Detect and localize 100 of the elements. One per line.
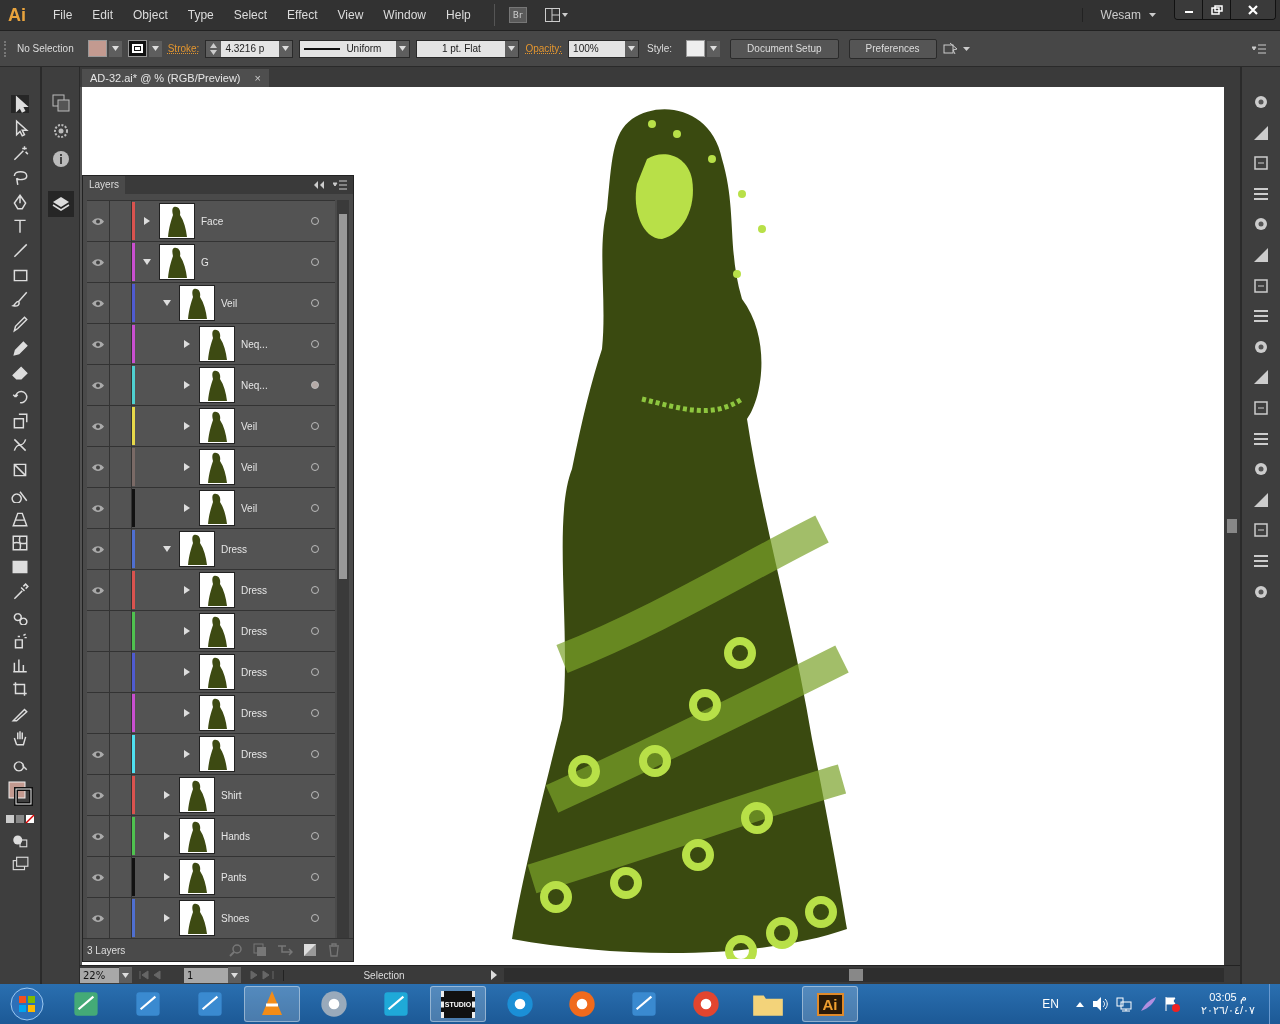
- blob-brush-icon[interactable]: [11, 338, 29, 357]
- bridge-button[interactable]: Br: [508, 7, 527, 23]
- vertical-scrollbar[interactable]: [1224, 87, 1240, 965]
- layer-name[interactable]: G: [195, 256, 295, 268]
- layer-name[interactable]: Dress: [235, 625, 295, 637]
- collapsed-triangle-icon[interactable]: [183, 504, 191, 512]
- workspace-layout-icon[interactable]: [544, 8, 569, 22]
- collapsed-triangle-icon[interactable]: [163, 832, 171, 840]
- hand-icon[interactable]: [11, 729, 29, 748]
- layer-name[interactable]: Veil: [215, 297, 295, 309]
- collapsed-triangle-icon[interactable]: [183, 381, 191, 389]
- horizontal-scrollbar[interactable]: [504, 968, 1224, 982]
- flag-error-icon[interactable]: [1162, 996, 1181, 1012]
- stacked-squares-icon[interactable]: [50, 93, 71, 113]
- collapsed-triangle-icon[interactable]: [143, 217, 151, 225]
- pen-nib-icon[interactable]: [11, 192, 29, 211]
- restore-button[interactable]: [1203, 0, 1231, 19]
- menu-item[interactable]: Object: [124, 8, 177, 22]
- taskbar-app[interactable]: Ai: [802, 986, 858, 1022]
- pencil-icon[interactable]: [11, 314, 29, 333]
- menu-item[interactable]: View: [328, 8, 373, 22]
- workspace-switcher[interactable]: Wesam: [1081, 8, 1147, 22]
- eyedropper-icon[interactable]: [11, 582, 29, 601]
- collapsed-triangle-icon[interactable]: [183, 422, 191, 430]
- isolate-icon[interactable]: [942, 41, 971, 56]
- stroke-link[interactable]: Stroke:: [167, 43, 200, 54]
- toolbar-button[interactable]: Document Setup: [730, 38, 839, 59]
- line-icon[interactable]: [11, 241, 29, 260]
- target-circle[interactable]: [311, 381, 319, 389]
- traffic-cone-icon[interactable]: [244, 986, 300, 1022]
- stroke-swatch[interactable]: [127, 40, 147, 57]
- collapsed-triangle-icon[interactable]: [183, 463, 191, 471]
- fill-swatch[interactable]: [87, 40, 107, 57]
- layer-name[interactable]: Dress: [235, 748, 295, 760]
- menu-item[interactable]: File: [44, 8, 82, 22]
- tray-arrow-icon[interactable]: [1074, 1000, 1085, 1008]
- color-mode-icon[interactable]: [5, 814, 35, 825]
- panel-menu-icon[interactable]: [333, 180, 347, 190]
- collapse-icon[interactable]: [313, 181, 325, 189]
- language-indicator[interactable]: EN: [1042, 997, 1059, 1011]
- layer-name[interactable]: Dress: [235, 584, 295, 596]
- collapsed-triangle-icon[interactable]: [163, 873, 171, 881]
- collapsed-triangle-icon[interactable]: [163, 914, 171, 922]
- menu-item[interactable]: Effect: [278, 8, 327, 22]
- collapsed-triangle-icon[interactable]: [183, 340, 191, 348]
- menu-item[interactable]: Window: [374, 8, 436, 22]
- layer-name[interactable]: Shoes: [215, 912, 295, 924]
- collapsed-triangle-icon[interactable]: [183, 627, 191, 635]
- document-tab[interactable]: AD-32.ai* @ % (RGB/Preview) ×: [82, 69, 269, 87]
- layer-name[interactable]: Veil: [235, 461, 295, 473]
- close-icon[interactable]: [1247, 3, 1259, 16]
- opacity-link[interactable]: Opacity:: [525, 43, 563, 54]
- expanded-triangle-icon[interactable]: [163, 299, 171, 307]
- layers-scrollbar[interactable]: [337, 200, 349, 938]
- clock[interactable]: 03:05 م ٢٠٢٦/٠٤/٠٧: [1200, 991, 1255, 1017]
- layer-name[interactable]: Pants: [215, 871, 295, 883]
- bar-graph-icon[interactable]: [11, 656, 29, 674]
- status-menu-arrow-icon[interactable]: [490, 970, 498, 980]
- style-swatch[interactable]: [686, 40, 706, 57]
- collapsed-triangle-icon[interactable]: [183, 709, 191, 717]
- menu-item[interactable]: Select: [224, 8, 277, 22]
- wand-icon[interactable]: [11, 143, 29, 162]
- lasso-icon[interactable]: [11, 168, 29, 187]
- clipping-mask-icon[interactable]: [253, 943, 267, 957]
- layer-name[interactable]: Dress: [215, 543, 295, 555]
- stroke-profile-dropdown[interactable]: Uniform: [300, 40, 397, 57]
- collapsed-triangle-icon[interactable]: [163, 791, 171, 799]
- layer-name[interactable]: Shirt: [215, 789, 295, 801]
- layer-name[interactable]: Veil: [235, 502, 295, 514]
- layer-name[interactable]: Neq...: [235, 379, 295, 391]
- restore-icon[interactable]: [1210, 4, 1223, 15]
- close-button[interactable]: [1231, 0, 1275, 19]
- menu-item[interactable]: Edit: [83, 8, 123, 22]
- layer-name[interactable]: Dress: [235, 707, 295, 719]
- toolbar-button[interactable]: Preferences: [848, 38, 937, 59]
- mesh-icon[interactable]: [11, 534, 29, 553]
- network-icon[interactable]: [1114, 996, 1133, 1012]
- info-icon[interactable]: [50, 149, 71, 169]
- layer-name[interactable]: Hands: [215, 830, 295, 842]
- layer-name[interactable]: Veil: [235, 420, 295, 432]
- panel-menu-icon[interactable]: [1252, 43, 1266, 54]
- layer-name[interactable]: Face: [195, 215, 295, 227]
- menu-item[interactable]: Help: [437, 8, 480, 22]
- collapsed-triangle-icon[interactable]: [183, 668, 191, 676]
- collapsed-triangle-icon[interactable]: [183, 750, 191, 758]
- new-layer-icon[interactable]: [303, 943, 317, 957]
- collapsed-triangle-icon[interactable]: [183, 586, 191, 594]
- expanded-triangle-icon[interactable]: [163, 545, 171, 553]
- layer-name[interactable]: Neq...: [235, 338, 295, 350]
- panel-tab[interactable]: Layers: [83, 176, 125, 194]
- artboard-icon[interactable]: [11, 680, 29, 699]
- minimize-button[interactable]: [1175, 0, 1203, 19]
- dropdown-arrow-icon[interactable]: [1149, 13, 1156, 17]
- speaker-icon[interactable]: [1090, 996, 1109, 1012]
- layer-name[interactable]: Dress: [235, 666, 295, 678]
- scale-icon[interactable]: [11, 412, 29, 431]
- current-tool-status[interactable]: Selection: [283, 969, 484, 981]
- brush-dropdown[interactable]: 1 pt. Flat: [417, 40, 506, 57]
- expanded-triangle-icon[interactable]: [143, 258, 151, 266]
- tab-close-button[interactable]: ×: [254, 72, 261, 84]
